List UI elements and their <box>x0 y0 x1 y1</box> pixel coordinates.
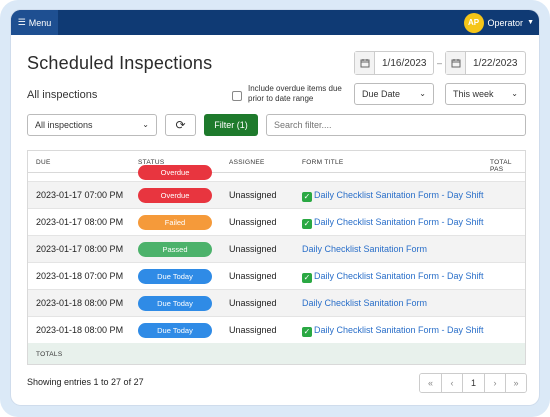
assignee: Unassigned <box>229 217 277 227</box>
refresh-icon: ⟳ <box>175 118 186 132</box>
entries-summary: Showing entries 1 to 27 of 27 <box>27 377 144 387</box>
table-totals-row: TOTALS <box>28 343 525 364</box>
assignee: Unassigned <box>229 298 277 308</box>
status-badge: Failed <box>138 215 212 230</box>
form-title: Daily Checklist Sanitation Form - Day Sh… <box>314 217 484 227</box>
filter-button[interactable]: Filter (1) <box>204 114 258 136</box>
avatar: AP <box>463 12 484 33</box>
assignee: Unassigned <box>229 325 277 335</box>
status-badge: Due Today <box>138 323 212 338</box>
range-select-value: This week <box>453 89 494 99</box>
chevron-down-icon: ⌄ <box>142 120 149 129</box>
form-title: Daily Checklist Sanitation Form - Day Sh… <box>314 271 484 281</box>
date-to-field[interactable]: 1/22/2023 <box>445 51 526 75</box>
check-icon: ✓ <box>302 273 312 283</box>
totals-label: TOTALS <box>36 351 63 358</box>
chevron-down-icon: ⌄ <box>511 89 518 98</box>
app-window: ☰ Menu AP Operator ▼ Scheduled Inspectio… <box>11 10 539 405</box>
table-row[interactable]: 2023-01-17 07:00 PM Overdue Unassigned ✓… <box>28 182 525 209</box>
due-date: 2023-01-17 08:00 PM <box>36 217 124 227</box>
due-date: 2023-01-17 07:00 PM <box>36 190 124 200</box>
calendar-icon <box>446 52 466 74</box>
table-row[interactable]: 2023-01-18 08:00 PM Due Today Unassigned… <box>28 317 525 344</box>
assignee: Unassigned <box>229 244 277 254</box>
last-page-button[interactable]: » <box>505 374 526 392</box>
range-select[interactable]: This week ⌄ <box>445 83 526 105</box>
inspections-select-value: All inspections <box>35 120 93 130</box>
page-title: Scheduled Inspections <box>27 53 213 73</box>
menu-button[interactable]: ☰ Menu <box>11 10 58 35</box>
date-from-field[interactable]: 1/16/2023 <box>354 51 434 75</box>
menu-label: Menu <box>28 17 52 28</box>
first-page-button[interactable]: « <box>420 374 441 392</box>
form-title-link[interactable]: ✓ Daily Checklist Sanitation Form - Day S… <box>302 190 484 202</box>
date-field-select[interactable]: Due Date ⌄ <box>354 83 434 105</box>
form-title-link[interactable]: ✓ Daily Checklist Sanitation Form - Day S… <box>302 217 484 229</box>
status-badge: Passed <box>138 242 212 257</box>
status-badge: Due Today <box>138 269 212 284</box>
user-menu[interactable]: AP Operator ▼ <box>463 11 534 34</box>
due-date: 2023-01-17 08:00 PM <box>36 244 124 254</box>
status-badge: Due Today <box>138 296 212 311</box>
refresh-button[interactable]: ⟳ <box>165 114 196 136</box>
status-badge: Overdue <box>138 188 212 203</box>
date-from-value: 1/16/2023 <box>382 57 427 69</box>
table-header: DUE STATUS ASSIGNEE FORM TITLE TOTAL PAS <box>28 151 525 173</box>
page-subtitle: All inspections <box>27 89 98 101</box>
form-title: Daily Checklist Sanitation Form <box>302 244 428 254</box>
assignee: Unassigned <box>229 190 277 200</box>
column-header-assignee[interactable]: ASSIGNEE <box>229 159 265 166</box>
column-header-form-title[interactable]: FORM TITLE <box>302 159 344 166</box>
pagination: « ‹ 1 › » <box>419 373 527 393</box>
search-filter-input[interactable] <box>266 114 526 136</box>
chevron-down-icon: ⌄ <box>419 89 426 98</box>
inspections-table: DUE STATUS ASSIGNEE FORM TITLE TOTAL PAS… <box>27 150 526 365</box>
table-row[interactable]: 2023-01-18 08:00 PM Due Today Unassigned… <box>28 290 525 317</box>
top-navbar: ☰ Menu AP Operator ▼ <box>11 10 539 35</box>
form-title: Daily Checklist Sanitation Form <box>302 298 428 308</box>
check-icon: ✓ <box>302 192 312 202</box>
form-title-link[interactable]: Daily Checklist Sanitation Form <box>302 298 427 308</box>
date-field-select-value: Due Date <box>362 89 401 99</box>
check-icon: ✓ <box>302 327 312 337</box>
table-row[interactable]: 2023-01-18 07:00 PM Due Today Unassigned… <box>28 263 525 290</box>
page-1-button[interactable]: 1 <box>462 374 484 392</box>
table-row[interactable]: 2023-01-17 08:00 PM Failed Unassigned ✓ D… <box>28 209 525 236</box>
form-title-link[interactable]: ✓ Daily Checklist Sanitation Form - Day S… <box>302 325 484 337</box>
table-row[interactable]: Overdue <box>28 165 525 182</box>
include-overdue-label: Include overdue items due prior to date … <box>248 84 342 103</box>
assignee: Unassigned <box>229 271 277 281</box>
caret-down-icon: ▼ <box>527 19 534 26</box>
table-row[interactable]: 2023-01-17 08:00 PM Passed Unassigned Da… <box>28 236 525 263</box>
form-title-link[interactable]: Daily Checklist Sanitation Form <box>302 244 427 254</box>
due-date: 2023-01-18 07:00 PM <box>36 271 124 281</box>
status-badge: Overdue <box>138 165 212 180</box>
due-date: 2023-01-18 08:00 PM <box>36 325 124 335</box>
form-title: Daily Checklist Sanitation Form - Day Sh… <box>314 325 484 335</box>
column-header-total-pass[interactable]: TOTAL PAS <box>490 159 525 173</box>
user-name: Operator <box>487 17 524 28</box>
hamburger-icon: ☰ <box>17 17 26 27</box>
column-header-due[interactable]: DUE <box>36 159 51 166</box>
date-to-value: 1/22/2023 <box>473 57 518 69</box>
form-title-link[interactable]: ✓ Daily Checklist Sanitation Form - Day S… <box>302 271 484 283</box>
due-date: 2023-01-18 08:00 PM <box>36 298 124 308</box>
inspections-select[interactable]: All inspections ⌄ <box>27 114 157 136</box>
form-title: Daily Checklist Sanitation Form - Day Sh… <box>314 190 484 200</box>
include-overdue-checkbox[interactable] <box>232 91 242 101</box>
check-icon: ✓ <box>302 219 312 229</box>
date-range-separator: – <box>437 58 443 68</box>
previous-page-button[interactable]: ‹ <box>441 374 462 392</box>
calendar-icon <box>355 52 375 74</box>
next-page-button[interactable]: › <box>484 374 505 392</box>
